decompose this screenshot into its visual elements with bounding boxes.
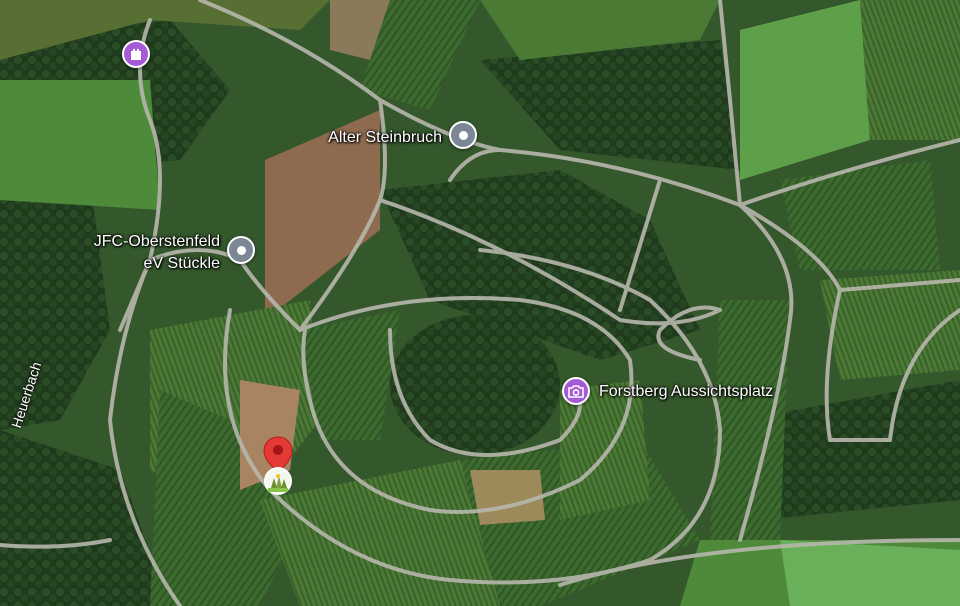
- poi-label: Alter Steinbruch: [328, 129, 442, 146]
- red-map-marker-icon: [263, 436, 293, 495]
- poi-label-line2: eV Stückle: [143, 255, 220, 272]
- camera-icon: [562, 377, 590, 405]
- selected-location-marker[interactable]: [262, 436, 294, 503]
- location-pin-icon: [449, 121, 477, 149]
- satellite-imagery: [0, 0, 960, 606]
- poi-label: Forstberg Aussichtsplatz: [599, 383, 774, 400]
- satellite-map[interactable]: Alter Steinbruch JFC-Oberstenfeld eV Stü…: [0, 0, 960, 606]
- location-pin-icon: [227, 236, 255, 264]
- poi-label-line1: JFC-Oberstenfeld: [93, 233, 220, 250]
- castle-icon: [122, 40, 150, 68]
